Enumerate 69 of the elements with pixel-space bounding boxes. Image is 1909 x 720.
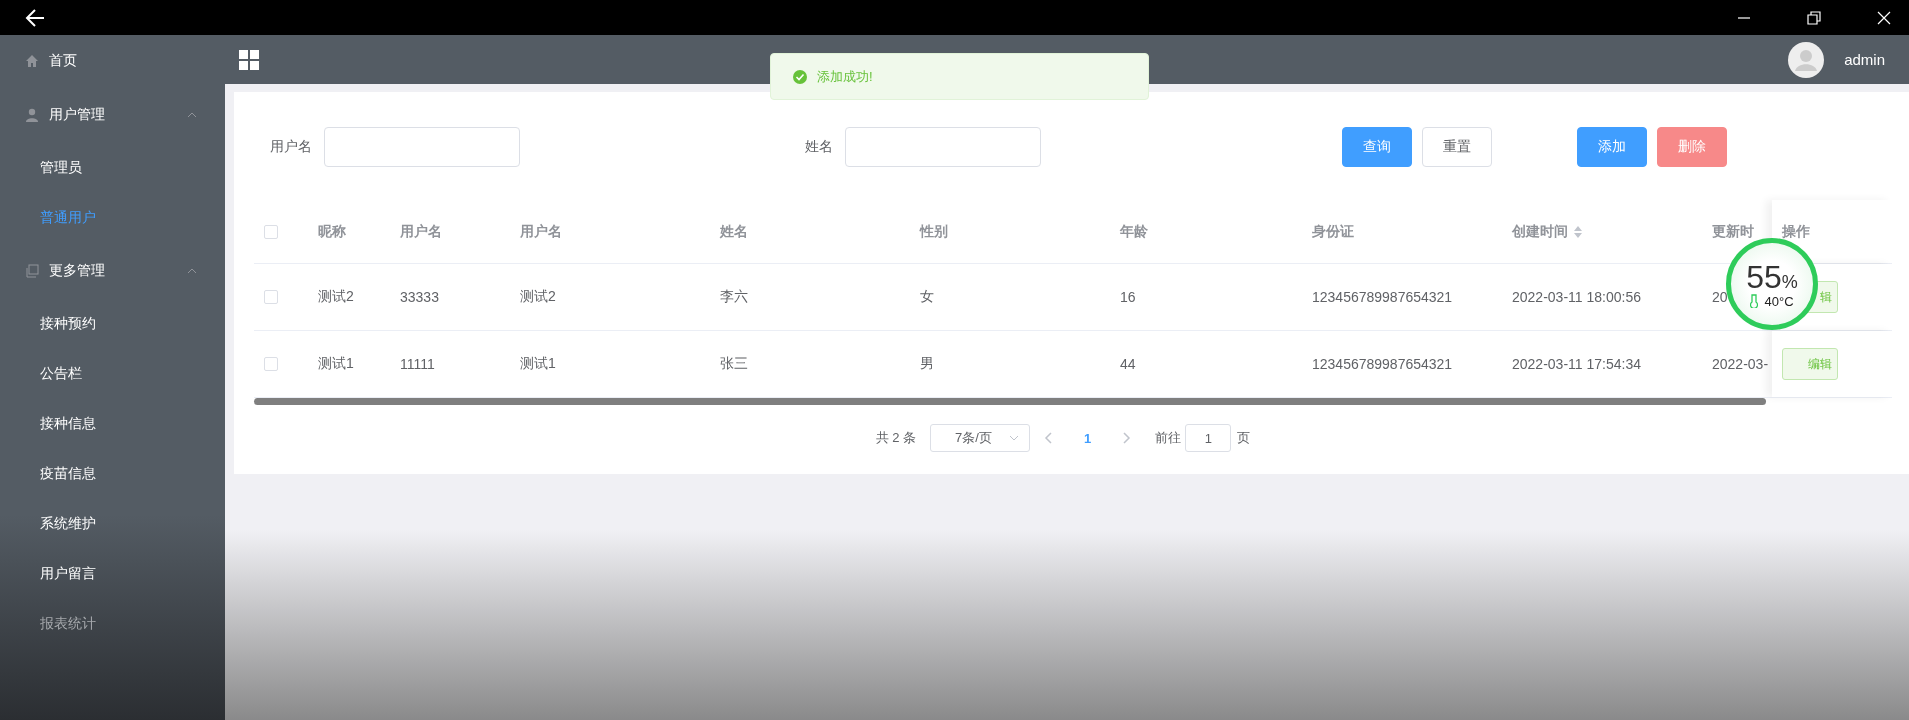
table-cell: 2022-03-11 18:00:56 <box>1512 289 1641 305</box>
table-cell: 测试2 <box>318 288 354 306</box>
table-cell: 123456789987654321 <box>1312 289 1453 305</box>
back-icon[interactable] <box>25 8 45 27</box>
menu-item[interactable]: 疫苗信息 <box>0 449 225 499</box>
submenu-title[interactable]: 更多管理 <box>0 243 225 299</box>
menu-item[interactable]: 接种预约 <box>0 299 225 349</box>
jump-suffix: 页 <box>1237 429 1251 447</box>
field-label: 用户名 <box>270 138 312 156</box>
menu-item[interactable]: 报表统计 <box>0 599 225 649</box>
thermometer-icon <box>1750 294 1759 308</box>
caret-icon <box>1009 435 1020 441</box>
submenu-title[interactable]: 用户管理 <box>0 87 225 143</box>
table-cell: 张三 <box>720 355 748 373</box>
user-name: admin <box>1844 51 1885 68</box>
column-header: 昵称 <box>318 222 346 241</box>
table-cell: 2022-03- <box>1712 356 1769 372</box>
next-icon[interactable] <box>1123 432 1132 444</box>
table-cell: 11111 <box>400 356 435 372</box>
toast-message: 添加成功! <box>817 67 873 86</box>
menu-item[interactable]: 首页 <box>0 35 225 87</box>
input-field[interactable] <box>845 127 1041 167</box>
field-label: 姓名 <box>805 138 833 156</box>
table-cell: 测试1 <box>318 355 354 373</box>
checkbox[interactable] <box>264 357 278 371</box>
column-header: 姓名 <box>720 222 748 241</box>
check-circle-icon <box>793 69 807 84</box>
table-cell: 20 <box>1712 289 1728 305</box>
usage-value: 55 <box>1746 259 1782 294</box>
close-icon[interactable] <box>1877 10 1891 25</box>
sort-icon[interactable] <box>1574 225 1582 238</box>
action-button[interactable]: 重置 <box>1422 127 1492 167</box>
home-icon <box>25 54 39 68</box>
checkbox[interactable] <box>264 224 278 239</box>
menu-item[interactable]: 系统维护 <box>0 499 225 549</box>
total-count: 共 2 条 <box>875 429 917 447</box>
input-field[interactable] <box>324 127 520 167</box>
prev-icon[interactable] <box>1044 432 1053 444</box>
menu-item[interactable]: 用户留言 <box>0 549 225 599</box>
column-header: 操作 <box>1782 222 1810 241</box>
menu-item[interactable]: 管理员 <box>0 143 225 193</box>
avatar-icon[interactable] <box>1788 41 1825 78</box>
scrollbar-thumb[interactable] <box>254 398 1766 405</box>
menu-item[interactable]: 公告栏 <box>0 349 225 399</box>
restore-icon[interactable] <box>1807 10 1821 25</box>
table-cell: 女 <box>920 288 934 306</box>
page-size-select[interactable]: 7条/页 <box>930 424 1031 452</box>
page-input[interactable]: 1 <box>1185 424 1232 452</box>
menu-item[interactable]: 接种信息 <box>0 399 225 449</box>
table-cell: 测试1 <box>520 355 556 373</box>
grid-icon[interactable] <box>239 49 259 70</box>
user-icon <box>25 108 39 122</box>
copy-icon <box>25 264 39 278</box>
column-header: 更新时 <box>1712 222 1754 241</box>
table-cell: 测试2 <box>520 288 556 306</box>
checkbox[interactable] <box>264 290 278 304</box>
column-header: 身份证 <box>1312 222 1354 241</box>
table-cell: 44 <box>1120 356 1136 372</box>
column-header: 性别 <box>920 222 948 241</box>
column-header: 用户名 <box>400 222 442 241</box>
column-header: 用户名 <box>520 222 562 241</box>
table-cell: 16 <box>1120 289 1136 305</box>
table-cell: 2022-03-11 17:54:34 <box>1512 356 1641 372</box>
table-cell: 李六 <box>720 288 748 306</box>
column-header: 年龄 <box>1120 222 1148 241</box>
table-cell: 123456789987654321 <box>1312 356 1453 372</box>
table-cell: 33333 <box>400 289 439 305</box>
jump-label: 前往 <box>1155 429 1182 447</box>
table-cell: 男 <box>920 355 934 373</box>
